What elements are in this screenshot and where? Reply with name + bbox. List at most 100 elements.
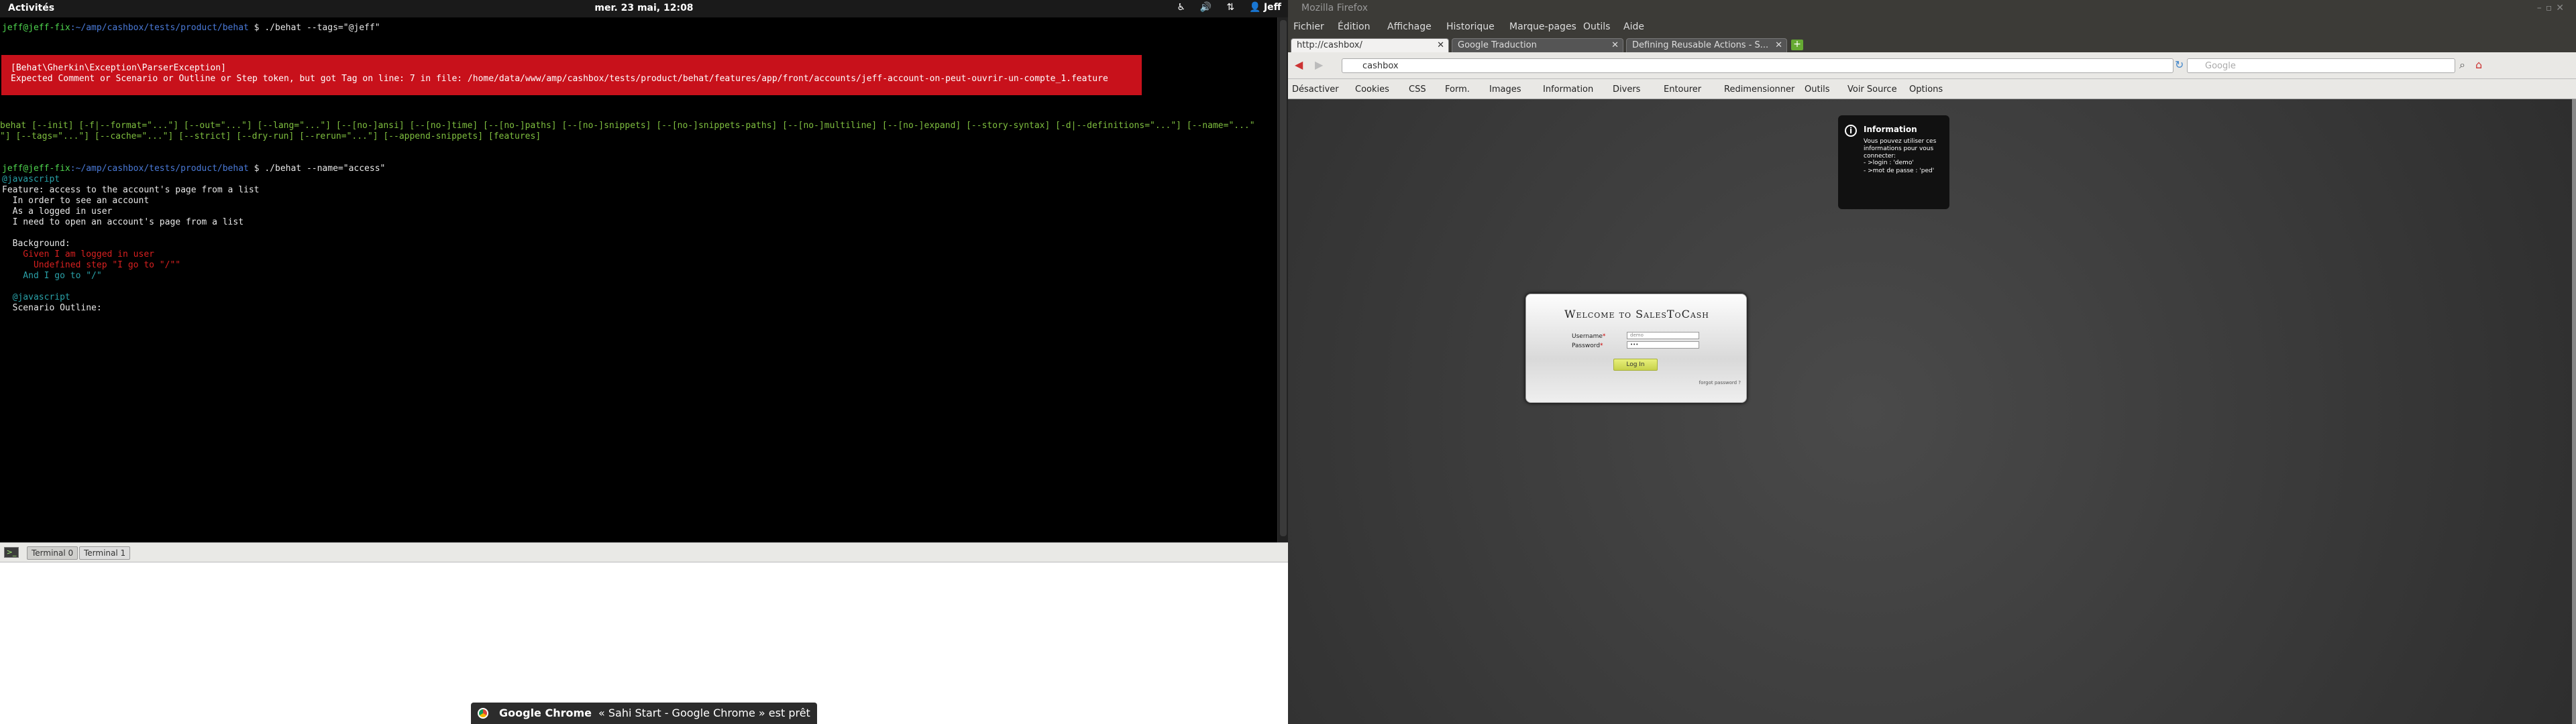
- tab-cashbox[interactable]: http://cashbox/ ✕: [1291, 38, 1449, 52]
- error-message: Expected Comment or Scenario or Outline …: [11, 74, 1108, 84]
- wd-disable[interactable]: Désactiver: [1292, 84, 1339, 95]
- usage-line-1: behat [--init] [-f|--format="..."] [--ou…: [0, 121, 1255, 131]
- username-input[interactable]: demo: [1627, 332, 1699, 339]
- wd-information[interactable]: Information: [1543, 84, 1593, 95]
- wd-css[interactable]: CSS: [1409, 84, 1426, 95]
- new-tab-button[interactable]: +: [1791, 40, 1803, 50]
- tab-title: Google Traduction: [1458, 40, 1537, 50]
- undefined-step: Undefined step "I go to "/"": [2, 260, 181, 270]
- webdeveloper-toolbar: Désactiver Cookies CSS Form. Images Info…: [1288, 79, 2576, 99]
- navigation-bar: ◀ ▶ cashbox ↻ Google ⌕ ⌂: [1288, 52, 2576, 79]
- search-input[interactable]: Google: [2187, 58, 2455, 73]
- menu-help[interactable]: Aide: [1623, 21, 1644, 32]
- username-label-text: Username: [1572, 333, 1603, 340]
- terminal-tab-bar: >_ Terminal 0 Terminal 1: [0, 542, 1288, 562]
- wd-forms[interactable]: Form.: [1445, 84, 1470, 95]
- tab-terminal-0[interactable]: Terminal 0: [27, 546, 78, 560]
- scenario-outline-line: Scenario Outline:: [2, 303, 102, 313]
- wd-images[interactable]: Images: [1489, 84, 1521, 95]
- clock[interactable]: mer. 23 mai, 12:08: [0, 3, 1288, 13]
- wd-misc[interactable]: Divers: [1613, 84, 1640, 95]
- prompt-user: jeff@jeff-fix: [2, 164, 70, 174]
- notification-message: « Sahi Start - Google Chrome » est prêt: [598, 707, 810, 719]
- login-button[interactable]: Log In: [1613, 359, 1658, 371]
- wd-tools[interactable]: Outils: [1805, 84, 1830, 95]
- feature-desc-2: As a logged in user: [2, 206, 113, 217]
- tab-title: Defining Reusable Actions - S...: [1632, 40, 1769, 50]
- menu-bookmarks[interactable]: Marque-pages: [1509, 21, 1576, 32]
- forgot-password-link[interactable]: forgot password ?: [1699, 380, 1741, 385]
- user-icon: 👤: [1249, 2, 1261, 13]
- terminal-icon[interactable]: >_: [4, 547, 19, 558]
- browser-tabs: http://cashbox/ ✕ Google Traduction ✕ Defi…: [1288, 38, 2576, 52]
- terminal-output[interactable]: jeff@jeff-fix:~/amp/cashbox/tests/produc…: [0, 17, 1288, 542]
- prompt-line-2: jeff@jeff-fix:~/amp/cashbox/tests/produc…: [2, 164, 385, 174]
- top-panel: Activités mer. 23 mai, 12:08 ♿ 🔊 ⇅ 👤 Jef…: [0, 0, 1288, 17]
- search-icon[interactable]: ⌕: [2459, 58, 2465, 72]
- window-controls[interactable]: –▫✕: [2537, 3, 2568, 13]
- prompt-command: $ ./behat --tags="@jeff": [248, 23, 380, 33]
- menu-view[interactable]: Affichage: [1387, 21, 1432, 32]
- login-box: Welcome to SalesToCash Username* demo Pa…: [1525, 294, 1747, 403]
- terminal-scrollbar[interactable]: [1277, 17, 1288, 542]
- background-line: Background:: [2, 239, 70, 249]
- system-tray: ♿ 🔊 ⇅ 👤 Jeff: [1177, 2, 1281, 13]
- password-input[interactable]: •••: [1627, 341, 1699, 349]
- tab-google-translate[interactable]: Google Traduction ✕: [1452, 38, 1623, 52]
- password-label: Password*: [1572, 343, 1603, 349]
- info-login: - >login : 'demo': [1864, 160, 1914, 166]
- info-popup[interactable]: i Information Vous pouvez utiliser ces i…: [1838, 115, 1949, 209]
- chrome-icon: [478, 708, 488, 719]
- url-bar[interactable]: cashbox: [1342, 58, 2174, 73]
- close-icon[interactable]: ✕: [1437, 40, 1444, 50]
- menu-tools[interactable]: Outils: [1583, 21, 1610, 32]
- network-icon[interactable]: ⇅: [1226, 2, 1234, 13]
- feature-line: Feature: access to the account's page fr…: [2, 185, 260, 195]
- notification-text: Google Chrome « Sahi Start - Google Chrom…: [499, 707, 810, 719]
- reload-icon[interactable]: ↻: [2175, 58, 2184, 71]
- url-text: cashbox: [1362, 61, 1399, 71]
- scroll-thumb[interactable]: [1280, 20, 1287, 536]
- prompt-user: jeff@jeff-fix: [2, 23, 70, 33]
- given-step: Given I am logged in user: [2, 249, 154, 259]
- info-password: - >mot de passe : 'ped': [1864, 168, 1935, 174]
- menu-edit[interactable]: Édition: [1338, 21, 1370, 32]
- error-box: [Behat\Gherkin\Exception\ParserException…: [1, 55, 1142, 95]
- tab-defining-actions[interactable]: Defining Reusable Actions - S... ✕: [1626, 38, 1787, 52]
- prompt-line-1: jeff@jeff-fix:~/amp/cashbox/tests/produc…: [2, 23, 380, 34]
- tag-line: @javascript: [2, 174, 60, 184]
- window-titlebar: Mozilla Firefox –▫✕: [1288, 0, 2576, 17]
- search-placeholder: Google: [2205, 61, 2236, 71]
- info-icon: i: [1845, 125, 1857, 137]
- info-text: Vous pouvez utiliser ces informations po…: [1864, 138, 1937, 160]
- tab-terminal-1[interactable]: Terminal 1: [79, 546, 131, 560]
- feature-desc-1: In order to see an account: [2, 196, 150, 206]
- user-menu[interactable]: 👤 Jeff: [1249, 2, 1281, 13]
- page-scrollbar[interactable]: [2572, 99, 2576, 724]
- prompt-command: $ ./behat --name="access": [248, 164, 386, 174]
- user-name: Jeff: [1263, 2, 1281, 13]
- menu-file[interactable]: Fichier: [1293, 21, 1324, 32]
- wd-cookies[interactable]: Cookies: [1355, 84, 1389, 95]
- back-icon[interactable]: ◀: [1295, 58, 1303, 71]
- username-label: Username*: [1572, 333, 1606, 340]
- close-icon[interactable]: ✕: [1611, 40, 1619, 50]
- home-icon[interactable]: ⌂: [2475, 58, 2482, 71]
- menu-history[interactable]: Historique: [1446, 21, 1495, 32]
- forward-icon[interactable]: ▶: [1315, 58, 1323, 71]
- login-title: Welcome to SalesToCash: [1564, 308, 1709, 320]
- volume-icon[interactable]: 🔊: [1200, 2, 1212, 13]
- wd-resize[interactable]: Redimensionner: [1724, 84, 1794, 95]
- wd-outline[interactable]: Entourer: [1664, 84, 1701, 95]
- notification-bar[interactable]: Google Chrome « Sahi Start - Google Chrom…: [471, 703, 817, 724]
- firefox-window: Mozilla Firefox –▫✕ Fichier Édition Affi…: [1288, 0, 2576, 724]
- usage-line-2: "] [--tags="..."] [--cache="..."] [--str…: [0, 131, 541, 141]
- wd-view-source[interactable]: Voir Source: [1847, 84, 1897, 95]
- wd-options[interactable]: Options: [1909, 84, 1943, 95]
- close-icon[interactable]: ✕: [1775, 40, 1782, 50]
- accessibility-icon[interactable]: ♿: [1177, 2, 1185, 13]
- feature-desc-3: I need to open an account's page from a …: [2, 217, 244, 227]
- info-title: Information: [1864, 125, 1917, 134]
- error-title: [Behat\Gherkin\Exception\ParserException…: [11, 63, 226, 73]
- empty-area: [0, 562, 1288, 724]
